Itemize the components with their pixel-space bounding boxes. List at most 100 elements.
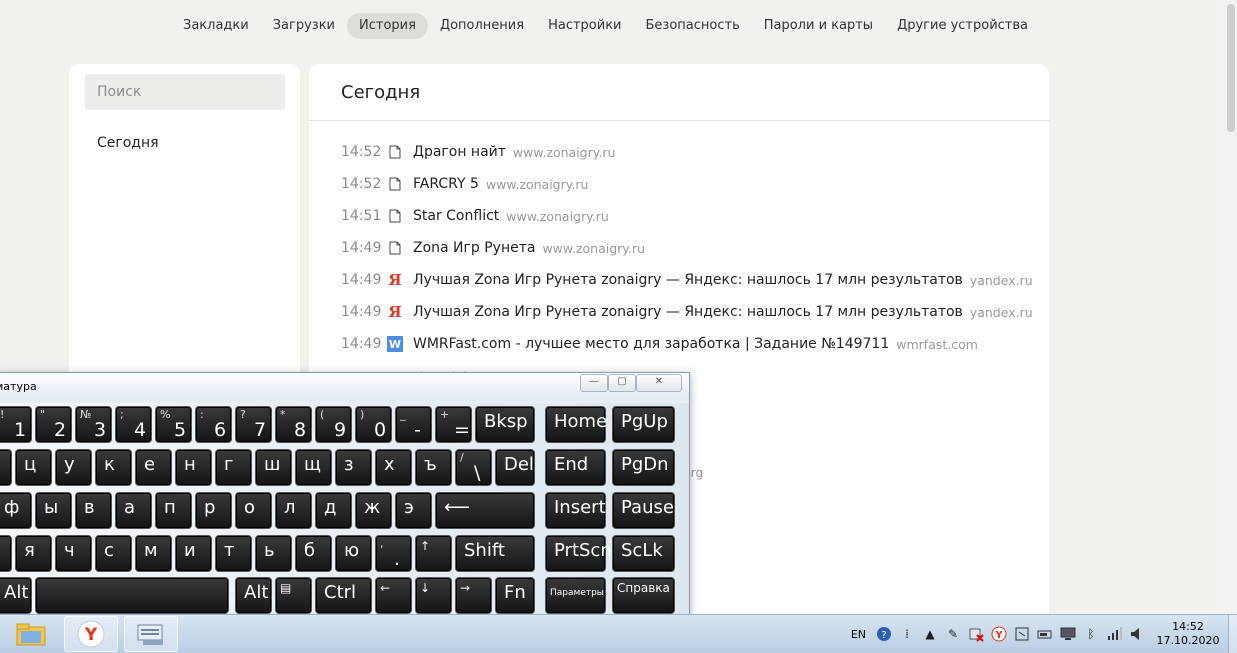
- key-letter[interactable]: к: [95, 449, 132, 486]
- scrollbar-thumb[interactable]: [1227, 4, 1235, 132]
- shift-key[interactable]: Shift: [455, 535, 535, 572]
- page-scrollbar[interactable]: [1223, 0, 1237, 614]
- key-digit[interactable]: " 2: [35, 406, 72, 443]
- key-digit[interactable]: + =: [435, 406, 472, 443]
- speaker-icon[interactable]: [1129, 626, 1145, 642]
- history-row[interactable]: 14:49 Zona Игр Рунета www.zonaigry.ru: [341, 232, 1041, 264]
- pgup-key[interactable]: PgUp: [612, 406, 675, 443]
- key-digit[interactable]: № 3: [75, 406, 112, 443]
- prtscn-key[interactable]: PrtScn: [545, 535, 612, 572]
- tab-passwords[interactable]: Пароли и карты: [752, 13, 885, 39]
- arrow-right-key[interactable]: →: [455, 577, 492, 614]
- osk-taskbar-button[interactable]: [124, 616, 178, 652]
- key-digit[interactable]: ; 4: [115, 406, 152, 443]
- options-key[interactable]: Параметры: [545, 577, 606, 614]
- maximize-button[interactable]: ▢: [608, 374, 636, 392]
- key-letter[interactable]: ю: [335, 535, 372, 572]
- connection-icon[interactable]: [1014, 626, 1030, 642]
- page-title[interactable]: Драгон найт: [413, 144, 506, 160]
- page-title[interactable]: FARCRY 5: [413, 176, 479, 192]
- key-letter[interactable]: ш: [255, 449, 292, 486]
- sidebar-item-today[interactable]: Сегодня: [97, 135, 159, 151]
- delete-key[interactable]: Del: [495, 449, 535, 486]
- insert-key[interactable]: Insert: [545, 492, 606, 529]
- key-letter[interactable]: в: [75, 492, 112, 529]
- end-key[interactable]: End: [545, 449, 606, 486]
- tab-history[interactable]: История: [347, 13, 428, 39]
- tab-other-devices[interactable]: Другие устройства: [885, 13, 1040, 39]
- key-letter[interactable]: з: [335, 449, 372, 486]
- history-row[interactable]: 14:51 Star Conflict www.zonaigry.ru: [341, 200, 1041, 232]
- key-letter[interactable]: р: [195, 492, 232, 529]
- history-row[interactable]: 14:52 FARCRY 5 www.zonaigry.ru: [341, 168, 1041, 200]
- key-letter[interactable]: а: [115, 492, 152, 529]
- key-letter[interactable]: х: [375, 449, 412, 486]
- history-search-input[interactable]: [85, 74, 285, 110]
- key-letter[interactable]: е: [135, 449, 172, 486]
- tab-security[interactable]: Безопасность: [634, 13, 752, 39]
- sclk-key[interactable]: ScLk: [612, 535, 675, 572]
- history-row[interactable]: 14:49 W WMRFast.com - лучшее место для зар…: [341, 328, 1041, 360]
- menu-key[interactable]: ▤: [275, 577, 312, 614]
- alt-left-key[interactable]: Alt: [0, 577, 32, 614]
- key-tab[interactable]: [0, 449, 12, 486]
- ctrl-key[interactable]: Ctrl: [315, 577, 372, 614]
- key-left-shift[interactable]: [0, 535, 12, 572]
- explorer-taskbar-button[interactable]: [4, 616, 58, 652]
- page-title[interactable]: WMRFast.com - лучшее место для заработка…: [413, 336, 889, 352]
- help-icon[interactable]: ?: [876, 626, 892, 642]
- arrow-down-key[interactable]: ↓: [415, 577, 452, 614]
- page-title[interactable]: Zona Игр Рунета: [413, 240, 535, 256]
- key-digit[interactable]: * 8: [275, 406, 312, 443]
- pgdn-key[interactable]: PgDn: [612, 449, 675, 486]
- key-letter[interactable]: ъ: [415, 449, 452, 486]
- pen-icon[interactable]: ✎: [945, 626, 961, 642]
- key-letter[interactable]: о: [235, 492, 272, 529]
- key-letter[interactable]: б: [295, 535, 332, 572]
- battery-icon[interactable]: [1037, 626, 1053, 642]
- language-indicator[interactable]: EN: [851, 628, 866, 641]
- tab-bookmarks[interactable]: Закладки: [171, 13, 261, 39]
- page-title[interactable]: Лучшая Zona Игр Рунета zonaigry — Яндекс…: [413, 272, 963, 288]
- key-letter[interactable]: п: [155, 492, 192, 529]
- key-digit[interactable]: ? 7: [235, 406, 272, 443]
- key-letter[interactable]: ы: [35, 492, 72, 529]
- key-letter[interactable]: у: [55, 449, 92, 486]
- key-digit[interactable]: _ -: [395, 406, 432, 443]
- monitor-icon[interactable]: [1060, 626, 1076, 642]
- fn-key[interactable]: Fn: [495, 577, 535, 614]
- key-digit[interactable]: (9: [315, 406, 352, 443]
- key-letter[interactable]: г: [215, 449, 252, 486]
- enter-key[interactable]: ⟵: [435, 492, 535, 529]
- yandex-tray-icon[interactable]: Y: [991, 626, 1007, 642]
- bluetooth-icon[interactable]: ᛒ: [1083, 626, 1099, 642]
- arrow-left-key[interactable]: ←: [375, 577, 412, 614]
- key-letter[interactable]: э: [395, 492, 432, 529]
- pause-key[interactable]: Pause: [612, 492, 675, 529]
- history-row[interactable]: 14:49 Я Лучшая Zona Игр Рунета zonaigry — …: [341, 296, 1041, 328]
- key-letter[interactable]: л: [275, 492, 312, 529]
- tab-downloads[interactable]: Загрузки: [261, 13, 347, 39]
- key-letter[interactable]: ч: [55, 535, 92, 572]
- show-desktop-button[interactable]: [1228, 615, 1237, 653]
- close-button[interactable]: ✕: [636, 374, 682, 392]
- key-digit[interactable]: % 5: [155, 406, 192, 443]
- key-letter[interactable]: т: [215, 535, 252, 572]
- key-letter[interactable]: и: [175, 535, 212, 572]
- key-letter[interactable]: с: [95, 535, 132, 572]
- key-letter[interactable]: ж: [355, 492, 392, 529]
- history-row[interactable]: 14:49 Я Лучшая Zona Игр Рунета zonaigry — …: [341, 264, 1041, 296]
- home-key[interactable]: Home: [545, 406, 607, 443]
- network-icon[interactable]: [1106, 626, 1122, 642]
- clock[interactable]: 14:52 17.10.2020: [1152, 620, 1224, 648]
- tray-options-icon[interactable]: ⁞: [899, 626, 915, 642]
- help-key[interactable]: Справка: [612, 577, 675, 614]
- network-error-icon[interactable]: [968, 626, 984, 642]
- minimize-button[interactable]: —: [580, 374, 608, 392]
- page-title[interactable]: Star Conflict: [413, 208, 499, 224]
- key-digit[interactable]: ! 1: [0, 406, 32, 443]
- key-slash[interactable]: / \: [455, 449, 492, 486]
- key-digit[interactable]: ) 0: [355, 406, 392, 443]
- key-letter[interactable]: м: [135, 535, 172, 572]
- key-letter[interactable]: ц: [15, 449, 52, 486]
